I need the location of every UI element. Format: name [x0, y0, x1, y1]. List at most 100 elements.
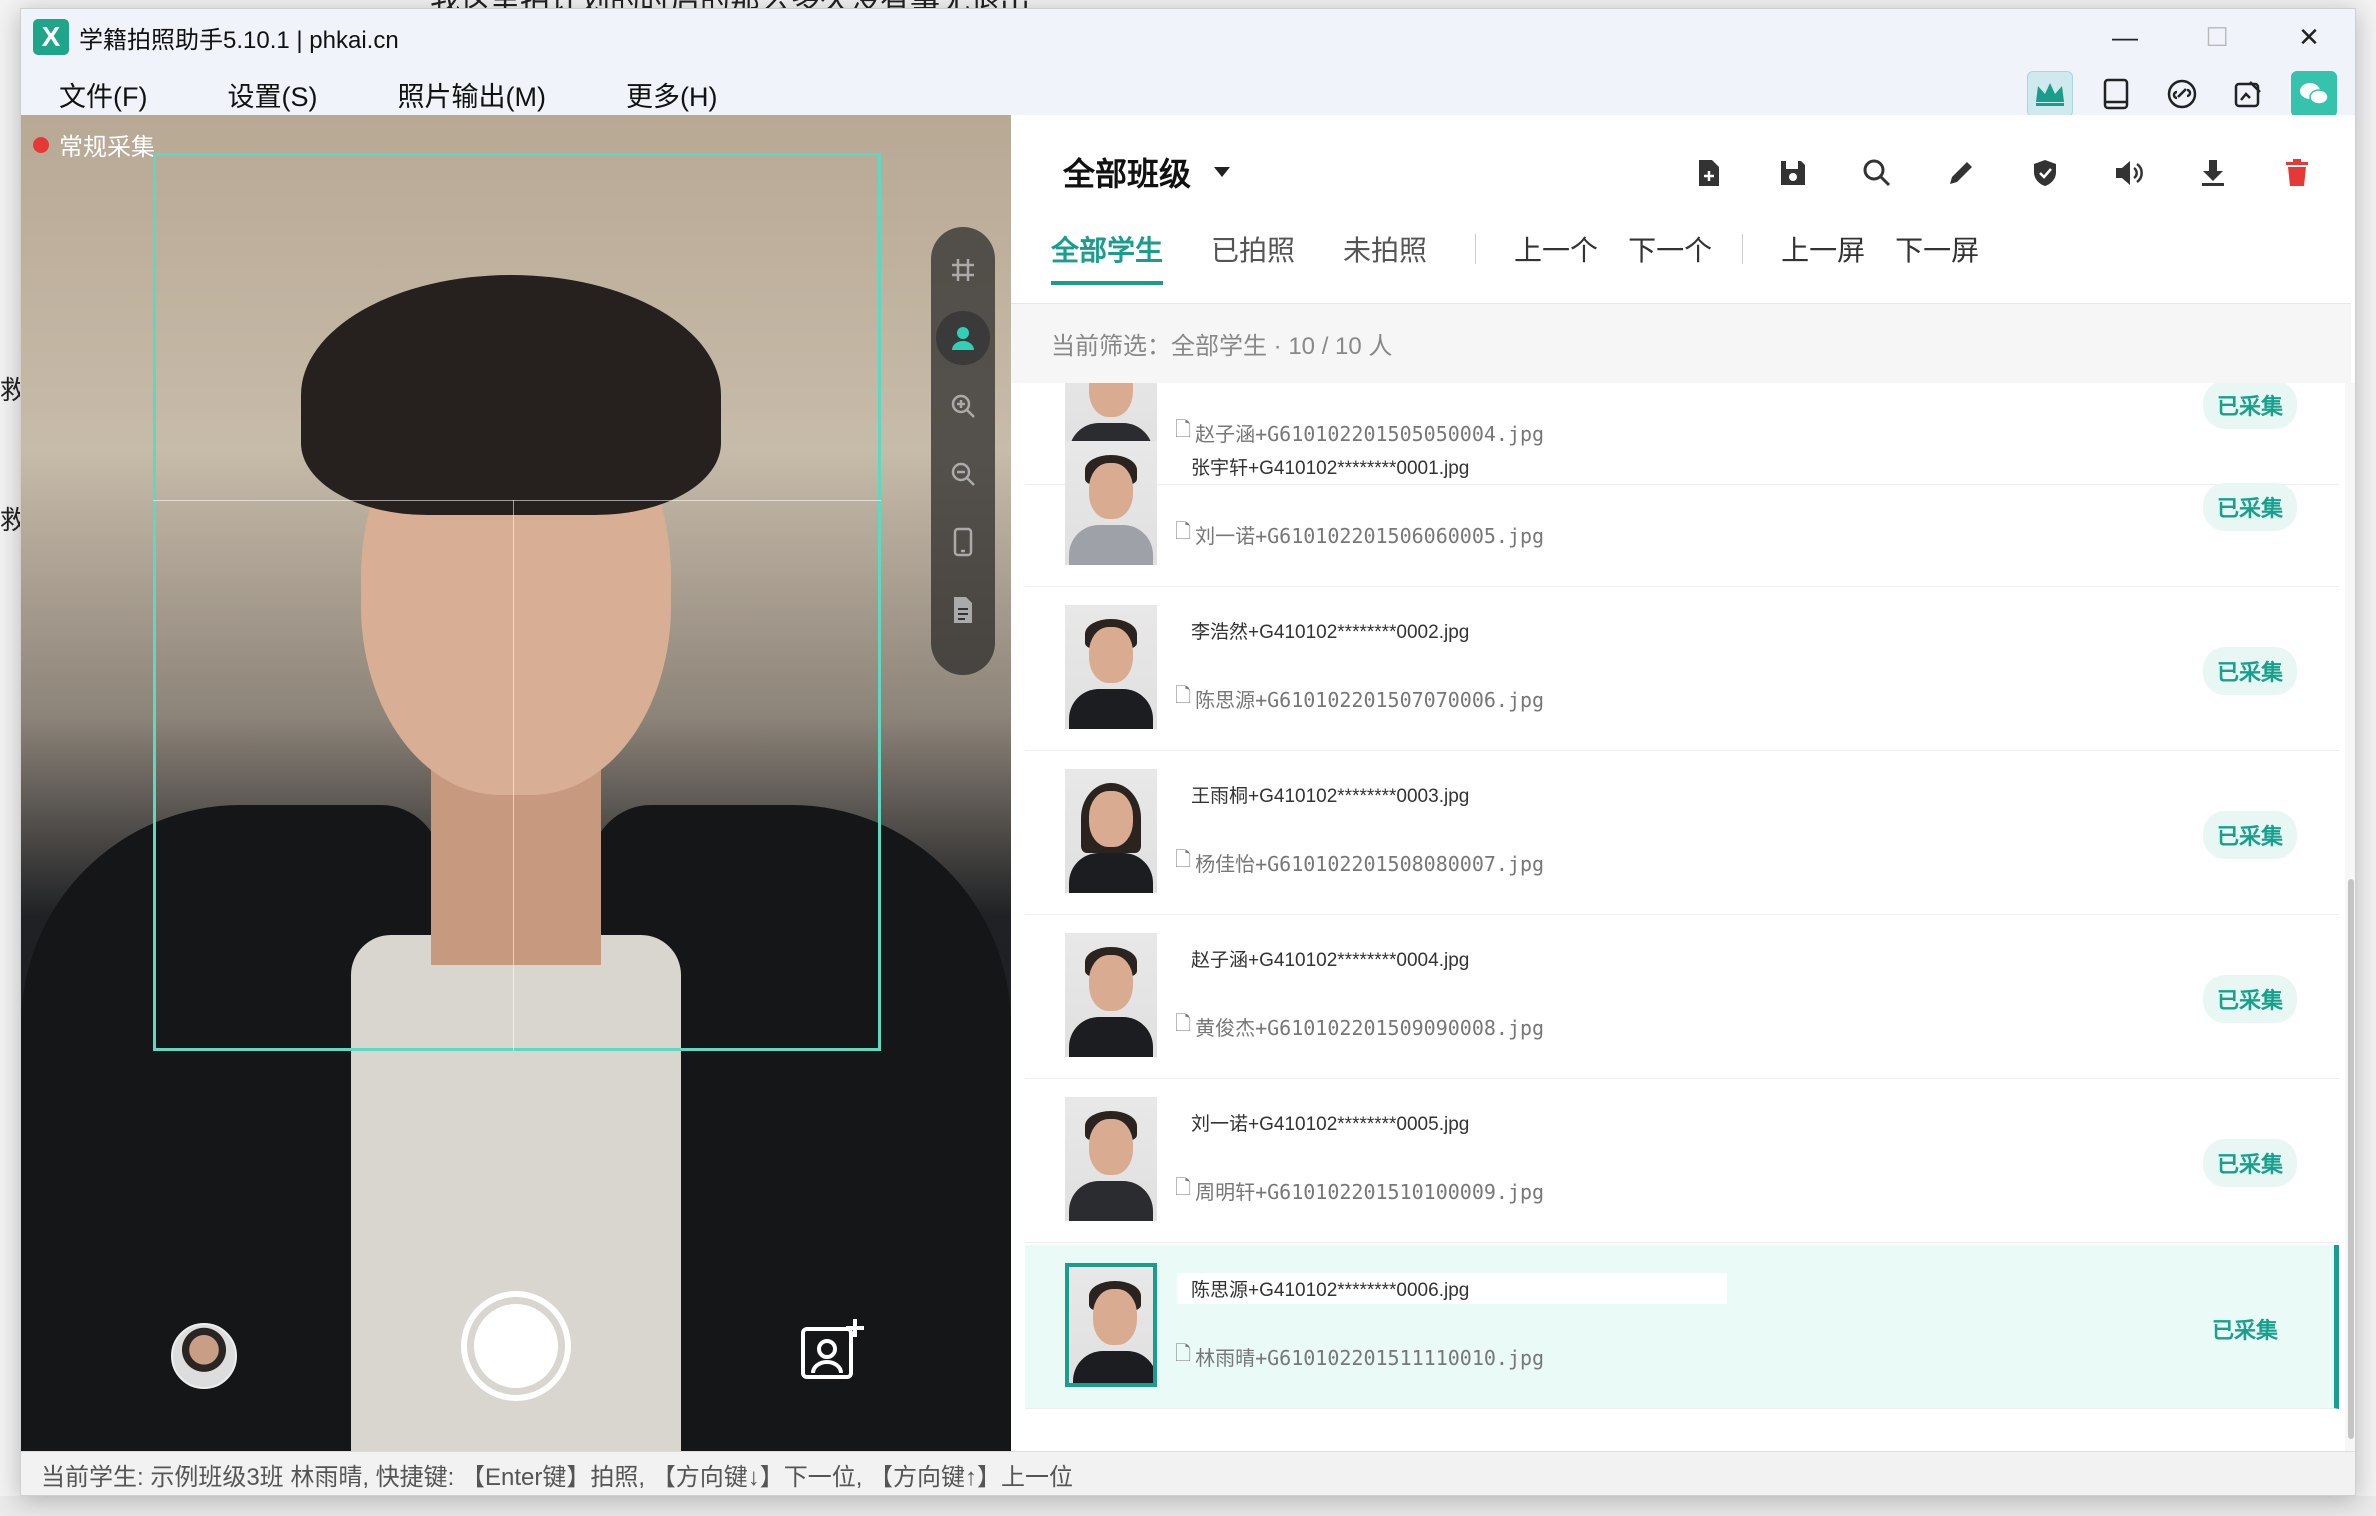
student-id-label: 刘一诺+G410102********0005.jpg [1177, 1107, 1484, 1138]
tab-not-photographed[interactable]: 未拍照 [1343, 229, 1427, 285]
next-screen-button[interactable]: 下一屏 [1895, 229, 1979, 285]
file-icon: 🗋 [1175, 1341, 1192, 1365]
photo-filename: 🗋 黄俊杰+G610102201509090008.jpg [1175, 1009, 1544, 1043]
file-icon: 🗋 [1175, 1175, 1192, 1199]
link-icon[interactable] [2159, 71, 2205, 117]
document-icon[interactable] [936, 583, 990, 637]
speaker-icon[interactable] [2109, 153, 2149, 193]
pencil-icon[interactable] [1941, 153, 1981, 193]
divider [1475, 234, 1477, 264]
student-photo [1065, 1263, 1157, 1387]
student-id-label: 李浩然+G410102********0002.jpg [1177, 615, 1484, 646]
zoom-in-icon[interactable] [936, 379, 990, 433]
student-photo [1065, 769, 1157, 893]
photo-filename: 🗋 周明轩+G610102201510100009.jpg [1175, 1173, 1544, 1207]
download-icon[interactable] [2193, 153, 2233, 193]
window-controls: — ☐ ✕ [2079, 9, 2355, 65]
list-item[interactable]: 王雨桐+G410102********0003.jpg 🗋 杨佳怡+G610102… [1025, 751, 2339, 915]
recording-dot-icon [33, 136, 49, 153]
student-id-label: 张宇轩+G410102********0001.jpg [1177, 451, 1484, 482]
list-item[interactable]: 赵子涵+G410102********0004.jpg 🗋 黄俊杰+G610102… [1025, 915, 2339, 1079]
file-icon: 🗋 [1175, 519, 1192, 543]
student-tabs: 全部学生 已拍照 未拍照 上一个 下一个 上一屏 下一屏 [1051, 229, 2009, 285]
photo-filename: 🗋 杨佳怡+G610102201508080007.jpg [1175, 845, 1544, 879]
camera-preview[interactable]: 常规采集 [21, 115, 1011, 1451]
desktop-strip [0, 1496, 2376, 1516]
student-panel: 全部班级 全部学生 已拍照 未拍照 上一个 下一个 上一屏 下一屏 当前筛选：全… [1011, 115, 2355, 1451]
list-item[interactable]: 张宇轩+G410102********0001.jpg 🗋 刘一诺+G610102… [1025, 423, 2339, 587]
menu-icon-group [2027, 71, 2337, 117]
list-toolbar [1689, 153, 2317, 193]
delete-icon[interactable] [2277, 153, 2317, 193]
photo-filename: 🗋 陈思源+G610102201507070006.jpg [1175, 681, 1544, 715]
wechat-icon[interactable] [2291, 71, 2337, 117]
menu-settings[interactable]: 设置(S) [227, 75, 317, 114]
last-photo-thumbnail[interactable] [171, 1323, 237, 1389]
add-file-icon[interactable] [1689, 153, 1729, 193]
close-button[interactable]: ✕ [2263, 9, 2355, 65]
background-fragment: 救 [0, 505, 20, 535]
student-list: 🗋 赵子涵+G610102201505050004.jpg 已采集 张宇轩+G41… [1011, 383, 2351, 1451]
prev-screen-button[interactable]: 上一屏 [1781, 229, 1865, 285]
status-badge: 已采集 [2202, 1139, 2297, 1187]
shutter-button[interactable] [461, 1291, 571, 1401]
file-icon: 🗋 [1175, 683, 1192, 707]
zoom-out-icon[interactable] [936, 447, 990, 501]
window-title: 学籍拍照助手5.10.1 | phkai.cn [79, 26, 399, 54]
student-photo [1065, 933, 1157, 1057]
student-id-label: 陈思源+G410102********0006.jpg [1177, 1273, 1727, 1304]
filter-status: 当前筛选：全部学生 · 10 / 10 人 [1011, 303, 2351, 383]
crown-icon[interactable] [2027, 71, 2073, 117]
student-id-label: 赵子涵+G410102********0004.jpg [1177, 943, 1484, 974]
status-badge: 已采集 [2211, 1318, 2278, 1343]
student-photo [1065, 1097, 1157, 1221]
status-badge: 已采集 [2202, 483, 2297, 531]
person-icon[interactable] [936, 311, 990, 365]
prev-student-button[interactable]: 上一个 [1514, 229, 1598, 285]
photo-filename: 🗋 林雨晴+G610102201511110010.jpg [1175, 1339, 1544, 1373]
class-selector[interactable]: 全部班级 [1063, 149, 1231, 195]
camera-tool-strip [931, 227, 995, 675]
phone-icon[interactable] [936, 515, 990, 569]
add-portrait-icon[interactable] [797, 1315, 867, 1385]
tab-photographed[interactable]: 已拍照 [1211, 229, 1295, 285]
tab-all-students[interactable]: 全部学生 [1051, 229, 1164, 285]
student-photo [1065, 441, 1157, 565]
list-item-selected[interactable]: 陈思源+G410102********0006.jpg 🗋 林雨晴+G610102… [1025, 1245, 2339, 1409]
next-student-button[interactable]: 下一个 [1628, 229, 1712, 285]
edit-image-icon[interactable] [2225, 71, 2271, 117]
list-item[interactable]: 李浩然+G410102********0002.jpg 🗋 陈思源+G610102… [1025, 587, 2339, 751]
grid-icon[interactable] [936, 243, 990, 297]
menu-more[interactable]: 更多(H) [626, 75, 717, 114]
status-badge: 已采集 [2202, 975, 2297, 1023]
crop-guide-box[interactable] [153, 153, 881, 1051]
student-photo [1065, 605, 1157, 729]
status-badge: 已采集 [2202, 647, 2297, 695]
background-fragment: 救 [0, 375, 20, 405]
capture-mode-label: 常规采集 [33, 127, 155, 162]
app-logo-icon: X [33, 19, 69, 55]
tablet-icon[interactable] [2093, 71, 2139, 117]
minimize-button[interactable]: — [2079, 9, 2171, 65]
list-scrollbar[interactable] [2345, 383, 2355, 1451]
menu-file[interactable]: 文件(F) [59, 75, 147, 114]
menu-photo-output[interactable]: 照片输出(M) [397, 75, 545, 114]
chevron-down-icon [1214, 167, 1231, 177]
status-badge: 已采集 [2202, 811, 2297, 859]
guide-line-vertical [513, 500, 514, 1051]
app-window: X 学籍拍照助手5.10.1 | phkai.cn — ☐ ✕ 文件(F) 设置… [20, 8, 2356, 1496]
divider [1742, 234, 1744, 264]
status-bar: 当前学生: 示例班级3班 林雨晴, 快捷键: 【Enter键】拍照, 【方向键↓… [21, 1451, 2355, 1495]
guide-line-horizontal [153, 500, 881, 501]
list-item[interactable]: 刘一诺+G410102********0005.jpg 🗋 周明轩+G610102… [1025, 1079, 2339, 1243]
file-icon: 🗋 [1175, 847, 1192, 871]
maximize-button[interactable]: ☐ [2171, 9, 2263, 65]
student-id-label: 王雨桐+G410102********0003.jpg [1177, 779, 1484, 810]
photo-filename: 🗋 刘一诺+G610102201506060005.jpg [1175, 517, 1544, 551]
save-icon[interactable] [1773, 153, 1813, 193]
search-icon[interactable] [1857, 153, 1897, 193]
scrollbar-thumb[interactable] [2348, 879, 2354, 1439]
title-bar: X 学籍拍照助手5.10.1 | phkai.cn — ☐ ✕ [21, 9, 2355, 65]
shield-icon[interactable] [2025, 153, 2065, 193]
file-icon: 🗋 [1175, 1011, 1192, 1035]
